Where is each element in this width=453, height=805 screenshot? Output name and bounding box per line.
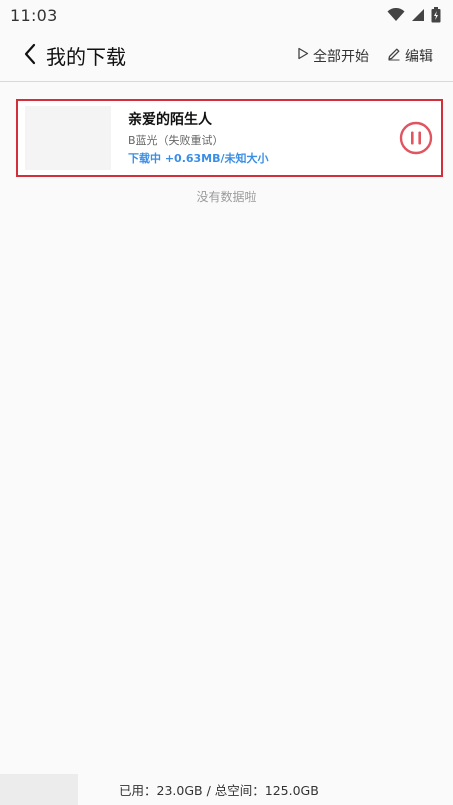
storage-footer: 已用：23.0GB / 总空间：125.0GB: [0, 774, 453, 805]
pause-button[interactable]: [399, 121, 433, 155]
battery-icon: [431, 7, 441, 23]
wifi-icon: [387, 8, 405, 22]
download-info: 亲爱的陌生人 B蓝光（失败重试） 下载中 +0.63MB/未知大小: [128, 110, 269, 167]
status-time: 11:03: [10, 5, 58, 25]
app-header: 我的下载 全部开始 编辑: [0, 30, 453, 82]
empty-state-text: 没有数据啦: [196, 190, 257, 204]
edit-label: 编辑: [405, 48, 433, 65]
play-icon: [297, 47, 309, 64]
chevron-left-icon: [23, 43, 37, 69]
start-all-label: 全部开始: [313, 48, 369, 65]
status-bar: 11:03: [0, 0, 453, 30]
download-item[interactable]: 亲爱的陌生人 B蓝光（失败重试） 下载中 +0.63MB/未知大小: [16, 99, 443, 177]
video-thumbnail: [25, 106, 111, 170]
edit-button[interactable]: 编辑: [387, 46, 433, 66]
storage-usage: 已用：23.0GB / 总空间：125.0GB: [119, 783, 319, 798]
pause-icon: [399, 121, 433, 159]
download-status: 下载中 +0.63MB/未知大小: [128, 151, 269, 165]
back-button[interactable]: [14, 36, 46, 76]
page-title: 我的下载: [46, 45, 126, 69]
signal-icon: [411, 8, 425, 22]
status-icons: [387, 7, 441, 23]
download-title: 亲爱的陌生人: [128, 111, 212, 128]
footer-placeholder: [0, 774, 78, 805]
header-actions: 全部开始 编辑: [297, 46, 433, 66]
download-source: B蓝光（失败重试）: [128, 133, 224, 147]
pencil-icon: [387, 47, 401, 65]
start-all-button[interactable]: 全部开始: [297, 46, 369, 66]
